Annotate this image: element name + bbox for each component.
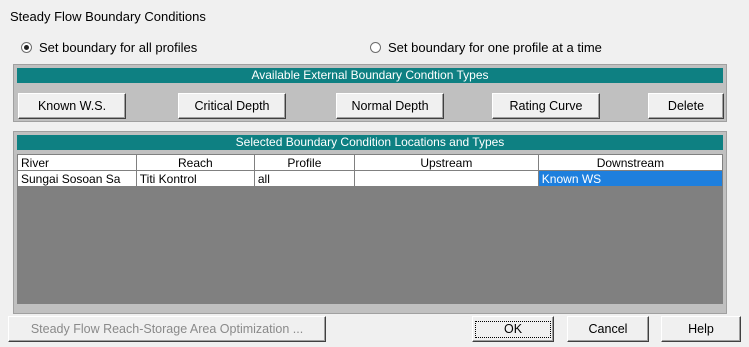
radio-all-profiles-indicator[interactable] xyxy=(21,41,32,53)
cell-reach[interactable]: Titi Kontrol xyxy=(135,170,255,187)
known-ws-button[interactable]: Known W.S. xyxy=(18,93,126,119)
cell-profile[interactable]: all xyxy=(253,170,355,187)
help-button[interactable]: Help xyxy=(661,316,741,342)
locations-table: River Reach Profile Upstream Downstream … xyxy=(17,154,724,187)
ok-button-label[interactable]: OK xyxy=(474,320,552,338)
column-header-upstream: Upstream xyxy=(353,154,539,171)
column-header-downstream: Downstream xyxy=(537,154,724,171)
optimization-button[interactable]: Steady Flow Reach-Storage Area Optimizat… xyxy=(8,316,326,342)
radio-one-profile-indicator[interactable] xyxy=(370,41,381,53)
boundary-locations-grid[interactable]: River Reach Profile Upstream Downstream … xyxy=(17,154,724,304)
window-title: Steady Flow Boundary Conditions xyxy=(10,9,206,24)
column-header-profile: Profile xyxy=(253,154,355,171)
cancel-button[interactable]: Cancel xyxy=(567,316,649,342)
rating-curve-button[interactable]: Rating Curve xyxy=(492,93,600,119)
cell-river[interactable]: Sungai Sosoan Sa xyxy=(17,170,137,187)
boundary-types-panel: Available External Boundary Condtion Typ… xyxy=(13,64,727,122)
cell-upstream[interactable] xyxy=(353,170,539,187)
boundary-locations-header: Selected Boundary Condition Locations an… xyxy=(17,135,723,150)
boundary-locations-panel: Selected Boundary Condition Locations an… xyxy=(13,131,727,314)
boundary-types-header: Available External Boundary Condtion Typ… xyxy=(17,68,723,83)
ok-button[interactable]: OK xyxy=(472,316,554,342)
radio-all-profiles[interactable]: Set boundary for all profiles xyxy=(21,39,197,55)
radio-one-profile[interactable]: Set boundary for one profile at a time xyxy=(370,39,602,55)
radio-one-profile-label[interactable]: Set boundary for one profile at a time xyxy=(388,40,602,55)
column-header-reach: Reach xyxy=(135,154,255,171)
table-row[interactable]: Sungai Sosoan Sa Titi Kontrol all Known … xyxy=(17,170,724,187)
column-header-river: River xyxy=(17,154,137,171)
critical-depth-button[interactable]: Critical Depth xyxy=(178,93,286,119)
normal-depth-button[interactable]: Normal Depth xyxy=(336,93,444,119)
delete-button[interactable]: Delete xyxy=(648,93,724,119)
radio-all-profiles-label[interactable]: Set boundary for all profiles xyxy=(39,40,197,55)
cell-downstream[interactable]: Known WS xyxy=(537,170,724,187)
table-header-row: River Reach Profile Upstream Downstream xyxy=(17,154,724,171)
